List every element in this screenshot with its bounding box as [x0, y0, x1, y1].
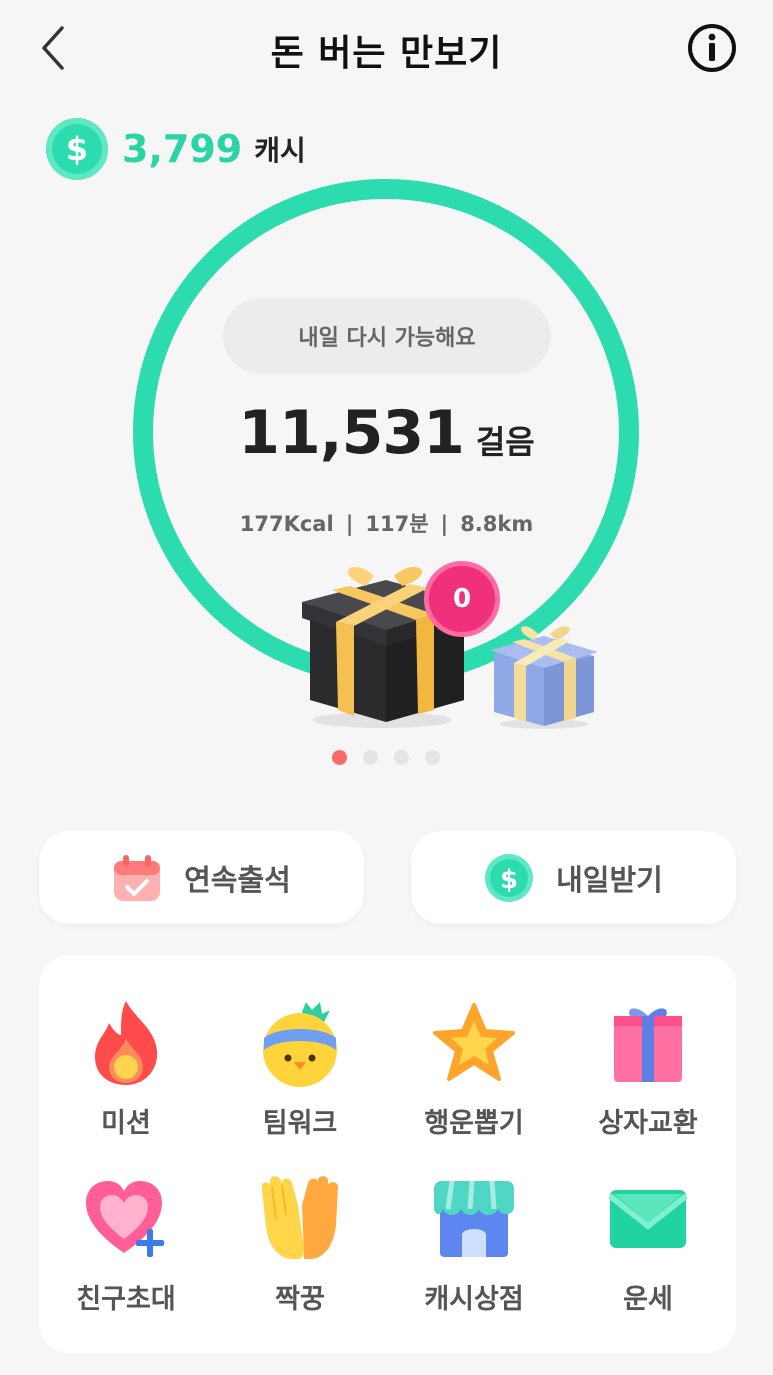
step-count: 11,531 걸음 [0, 398, 773, 468]
menu-label: 친구초대 [76, 1284, 176, 1315]
heart-plus-icon [82, 1173, 170, 1265]
menu-label: 상자교환 [598, 1108, 698, 1139]
menu-item-fortune[interactable]: 운세 [561, 1173, 735, 1343]
attendance-button[interactable]: 연속출석 [39, 831, 364, 924]
blue-gift-box-button[interactable] [484, 620, 602, 732]
blue-gift-box-icon [490, 626, 598, 729]
menu-label: 캐시상점 [424, 1284, 524, 1315]
kcal-value: 177Kcal [239, 512, 334, 536]
stat-separator: | [440, 512, 449, 536]
menu-item-invite-friend[interactable]: 친구초대 [39, 1173, 213, 1343]
stat-separator: | [345, 512, 354, 536]
menu-item-lucky-draw[interactable]: 행운뽑기 [387, 997, 561, 1167]
envelope-icon [604, 1173, 692, 1265]
activity-stats: 177Kcal | 117분 | 8.8km [0, 508, 773, 538]
menu-item-box-exchange[interactable]: 상자교환 [561, 997, 735, 1167]
menu-label: 운세 [623, 1284, 673, 1315]
menu-grid: 미션 팀워크 행운뽑기 상자교환 친구초대 짝꿍 캐시상점 운세 [39, 955, 736, 1353]
minutes-value: 117분 [365, 512, 429, 536]
gift-box-icon [604, 997, 692, 1089]
distance-value: 8.8km [460, 512, 534, 536]
steps-unit: 걸음 [475, 423, 535, 461]
dollar-coin-icon: $ [484, 853, 534, 903]
menu-label: 미션 [101, 1108, 151, 1139]
star-icon [430, 997, 518, 1089]
carousel-dot[interactable] [332, 750, 347, 765]
status-pill: 내일 다시 가능해요 [223, 298, 551, 374]
carousel-dot[interactable] [394, 750, 409, 765]
carousel-dot[interactable] [363, 750, 378, 765]
menu-item-teamwork[interactable]: 팀워크 [213, 997, 387, 1167]
high-five-icon [256, 1173, 344, 1265]
gift-count-badge: 0 [424, 561, 500, 637]
tomorrow-reward-label: 내일받기 [556, 862, 663, 897]
steps-number: 11,531 [238, 398, 465, 468]
menu-label: 행운뽑기 [424, 1108, 524, 1139]
menu-item-cash-store[interactable]: 캐시상점 [387, 1173, 561, 1343]
calendar-check-icon [112, 853, 162, 903]
store-icon [430, 1173, 518, 1265]
menu-item-mission[interactable]: 미션 [39, 997, 213, 1167]
menu-label: 팀워크 [262, 1108, 338, 1139]
chick-headband-icon [256, 997, 344, 1089]
tomorrow-reward-button[interactable]: $ 내일받기 [411, 831, 736, 924]
carousel-dot[interactable] [425, 750, 440, 765]
carousel-indicator [332, 750, 440, 765]
attendance-label: 연속출석 [184, 862, 291, 897]
menu-item-partner[interactable]: 짝꿍 [213, 1173, 387, 1343]
coin-symbol: $ [500, 865, 518, 895]
menu-label: 짝꿍 [275, 1284, 325, 1315]
fire-icon [82, 997, 170, 1089]
